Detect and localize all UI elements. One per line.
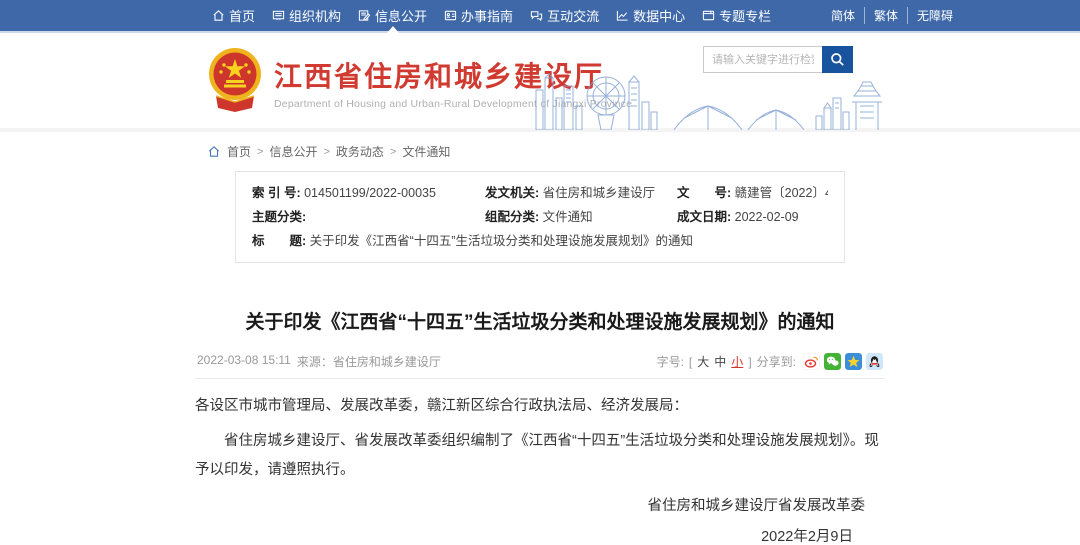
meta-document-title: 标 题: 关于印发《江西省“十四五”生活垃圾分类和处理设施发展规划》的通知 <box>252 229 828 253</box>
nav-item-label: 数据中心 <box>633 6 685 25</box>
share-icons <box>803 353 883 370</box>
search-input[interactable] <box>703 46 822 73</box>
search-icon <box>830 52 845 67</box>
nav-item-label: 组织机构 <box>289 6 341 25</box>
language-switch: 简体 繁体 无障碍 <box>822 0 962 31</box>
article-meta-row: 2022-03-08 15:11 来源：省住房和城乡建设厅 字号: [ 大 中 … <box>195 353 885 370</box>
font-size-bracket: [ <box>689 355 692 369</box>
breadcrumb-info-disclosure[interactable]: 信息公开 <box>269 143 317 160</box>
data-center-icon <box>616 9 629 22</box>
weibo-icon[interactable] <box>803 353 820 370</box>
article-signature: 省住房和城乡建设厅省发展改革委 <box>195 494 885 518</box>
nav-item-label: 办事指南 <box>461 6 513 25</box>
site-header: 江西省住房和城乡建设厅 Department of Housing and Ur… <box>0 33 1080 132</box>
qzone-icon[interactable] <box>845 353 862 370</box>
nav-item-label: 信息公开 <box>375 6 427 25</box>
nav-item-organization[interactable]: 组织机构 <box>272 0 341 31</box>
article-source: 来源：省住房和城乡建设厅 <box>297 353 441 370</box>
national-emblem-icon <box>204 46 266 118</box>
breadcrumb-gov-news[interactable]: 政务动态 <box>336 143 384 160</box>
nav-item-info-disclosure[interactable]: 信息公开 <box>358 0 427 31</box>
font-size-large-button[interactable]: 大 <box>697 353 709 370</box>
article-paragraph-main: 省住房城乡建设厅、省发展改革委组织编制了《江西省“十四五”生活垃圾分类和处理设施… <box>195 427 885 485</box>
nav-item-label: 专题专栏 <box>719 6 771 25</box>
special-column-icon <box>702 9 715 22</box>
top-navigation-bar: 首页 组织机构 信息公开 办事指南 互动交流 数据中心 专题专栏 简体 <box>0 0 1080 33</box>
nav-item-service-guide[interactable]: 办事指南 <box>444 0 513 31</box>
article-sign-date: 2022年2月9日 <box>195 525 885 545</box>
font-size-small-button[interactable]: 小 <box>731 353 743 370</box>
search-bar <box>703 46 853 73</box>
org-icon <box>272 9 285 22</box>
meta-issuing-agency: 发文机关: 省住房和城乡建设厅 <box>485 181 677 205</box>
nav-item-special-column[interactable]: 专题专栏 <box>702 0 771 31</box>
nav-item-data-center[interactable]: 数据中心 <box>616 0 685 31</box>
breadcrumb-separator: > <box>323 146 329 158</box>
info-disclosure-icon <box>358 9 371 22</box>
breadcrumb-home[interactable]: 首页 <box>227 143 251 160</box>
interaction-icon <box>530 9 543 22</box>
breadcrumb: 首页 > 信息公开 > 政务动态 > 文件通知 <box>195 143 885 160</box>
meta-document-number: 文 号: 赣建管〔2022〕4号 <box>677 181 828 205</box>
lang-accessibility[interactable]: 无障碍 <box>907 7 962 24</box>
home-icon <box>212 9 225 22</box>
article-meta-left: 2022-03-08 15:11 来源：省住房和城乡建设厅 <box>197 353 441 370</box>
meta-written-date: 成文日期: 2022-02-09 <box>677 205 828 229</box>
lang-traditional[interactable]: 繁体 <box>864 7 907 24</box>
nav-items: 首页 组织机构 信息公开 办事指南 互动交流 数据中心 专题专栏 <box>212 0 771 31</box>
content-divider <box>195 378 885 379</box>
article-paragraph-salutation: 各设区市城市管理局、发展改革委，赣江新区综合行政执法局、经济发展局： <box>195 393 885 419</box>
meta-index-number: 索 引 号: 014501199/2022-00035 <box>252 181 485 205</box>
publish-date: 2022-03-08 15:11 <box>197 353 291 370</box>
service-guide-icon <box>444 9 457 22</box>
breadcrumb-separator: > <box>257 146 263 158</box>
article-meta-right: 字号: [ 大 中 小 ] 分享到: <box>657 353 883 370</box>
nav-item-interaction[interactable]: 互动交流 <box>530 0 599 31</box>
qq-icon[interactable] <box>866 353 883 370</box>
nav-item-home[interactable]: 首页 <box>212 0 255 31</box>
lang-simplified[interactable]: 简体 <box>822 7 864 24</box>
breadcrumb-file-notice[interactable]: 文件通知 <box>402 143 450 160</box>
font-size-medium-button[interactable]: 中 <box>714 353 726 370</box>
article-title: 关于印发《江西省“十四五”生活垃圾分类和处理设施发展规划》的通知 <box>195 307 885 334</box>
search-button[interactable] <box>822 46 853 73</box>
breadcrumb-separator: > <box>390 146 396 158</box>
document-meta-box: 索 引 号: 014501199/2022-00035 发文机关: 省住房和城乡… <box>235 171 845 263</box>
font-size-label: 字号: <box>657 353 684 370</box>
wechat-icon[interactable] <box>824 353 841 370</box>
city-skyline-illustration <box>534 72 884 130</box>
nav-item-label: 首页 <box>229 6 255 25</box>
nav-item-label: 互动交流 <box>547 6 599 25</box>
font-size-bracket: ] <box>748 355 751 369</box>
active-nav-indicator <box>387 26 399 33</box>
meta-group-category: 组配分类: 文件通知 <box>485 205 677 229</box>
main-content: 首页 > 信息公开 > 政务动态 > 文件通知 索 引 号: 014501199… <box>195 143 885 545</box>
breadcrumb-home-icon <box>207 145 221 158</box>
article-body: 各设区市城市管理局、发展改革委，赣江新区综合行政执法局、经济发展局： 省住房城乡… <box>195 393 885 545</box>
meta-topic-category: 主题分类: <box>252 205 485 229</box>
share-label: 分享到: <box>757 353 796 370</box>
